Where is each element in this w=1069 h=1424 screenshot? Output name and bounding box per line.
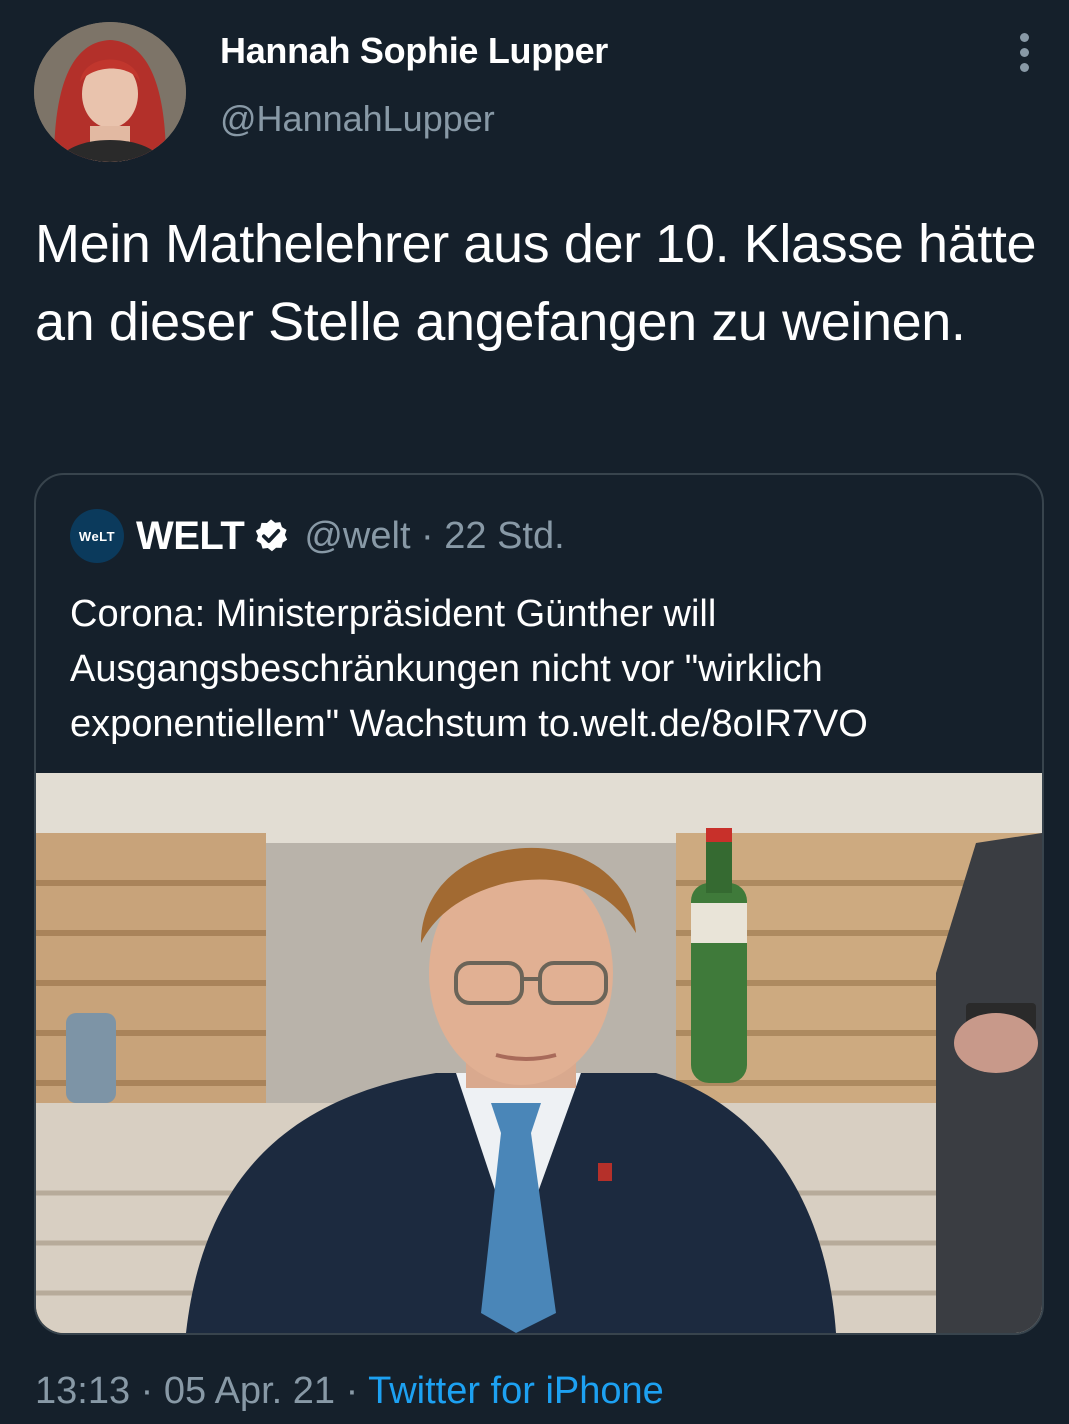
tweet-footer: 13:13 · 05 Apr. 21 · Twitter for iPhone: [35, 1370, 664, 1413]
tweet-text: Mein Mathelehrer aus der 10. Klasse hätt…: [35, 214, 1037, 352]
avatar-image: [34, 22, 186, 162]
more-options-button[interactable]: [1004, 30, 1044, 74]
author-display-name[interactable]: Hannah Sophie Lupper: [220, 30, 608, 72]
more-dot-icon: [1019, 32, 1029, 42]
quoted-tweet-card[interactable]: WeLT WELT @welt · 22 Std. Corona: Minist…: [34, 473, 1044, 1335]
more-dot-icon: [1019, 62, 1029, 72]
source-link[interactable]: Twitter for iPhone: [368, 1370, 664, 1412]
news-photo-image[interactable]: [36, 773, 1042, 1333]
quoted-tweet-text: Corona: Ministerpräsident Günther will A…: [70, 593, 868, 745]
verified-badge-icon: [256, 519, 288, 552]
quoted-tweet-header: WELT @welt · 22 Std.: [136, 511, 565, 561]
more-dot-icon: [1019, 47, 1029, 57]
tweet-timestamp[interactable]: 13:13 · 05 Apr. 21 ·: [35, 1370, 368, 1412]
quoted-avatar[interactable]: WeLT: [70, 509, 124, 563]
quoted-handle-time: @welt · 22 Std.: [304, 514, 565, 557]
author-avatar[interactable]: [34, 22, 186, 162]
quoted-author-name[interactable]: WELT: [136, 514, 245, 559]
author-handle[interactable]: @HannahLupper: [220, 98, 495, 140]
quoted-avatar-logo-text: WeLT: [78, 528, 116, 544]
